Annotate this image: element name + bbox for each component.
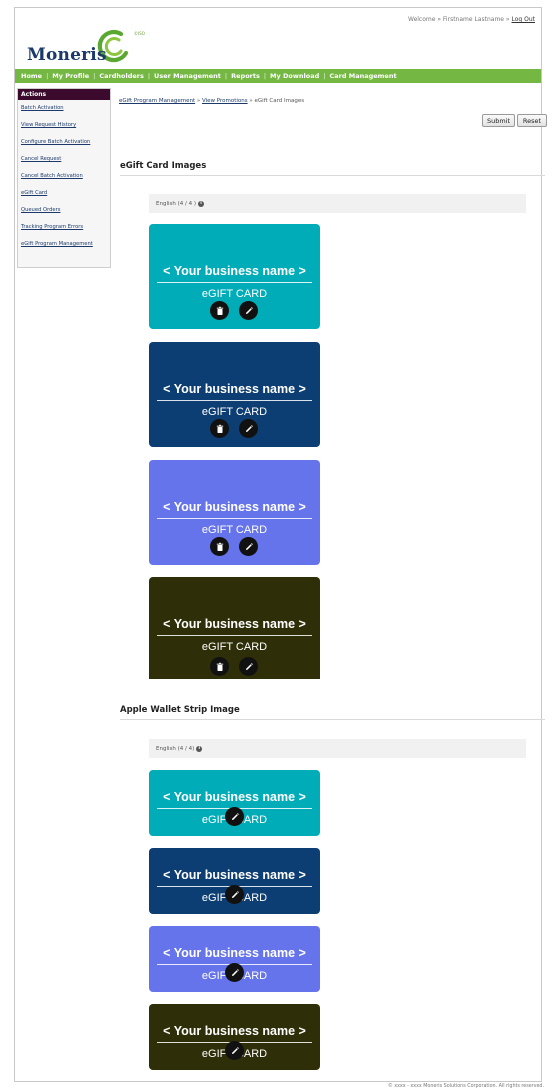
trash-icon[interactable] xyxy=(210,301,229,320)
breadcrumb-separator: » xyxy=(247,98,255,104)
pencil-icon[interactable] xyxy=(225,885,244,904)
nav-my-download[interactable]: My Download xyxy=(270,72,319,80)
breadcrumb-link-view-promotions[interactable]: View Promotions xyxy=(202,98,248,104)
sidebar-item-view-request-history[interactable]: View Request History xyxy=(18,117,110,134)
footer-copyright: © xxxx - xxxx Moneris Solutions Corporat… xyxy=(387,1084,544,1089)
breadcrumb-separator: » xyxy=(195,98,202,104)
trash-icon[interactable] xyxy=(210,657,229,676)
logout-link[interactable]: Log Out xyxy=(511,16,535,23)
pencil-icon[interactable] xyxy=(225,807,244,826)
sidebar-item-egift-program-management[interactable]: eGift Program Management xyxy=(18,236,110,253)
info-icon[interactable]: i xyxy=(196,745,203,752)
nav-home[interactable]: Home xyxy=(21,72,42,80)
page-frame: Welcome » Firstname Lastname » Log Out M… xyxy=(14,7,547,1082)
card-business-name: < Your business name > xyxy=(163,617,306,631)
pencil-icon[interactable] xyxy=(239,657,258,676)
apple-language-bar: English (4 / 4) i xyxy=(149,739,526,758)
trash-icon[interactable] xyxy=(210,537,229,556)
pencil-icon[interactable] xyxy=(239,537,258,556)
nav-separator: | xyxy=(224,72,228,80)
section-divider xyxy=(120,719,545,720)
card-business-name: < Your business name > xyxy=(163,868,306,882)
apple-language-label: English (4 / 4) xyxy=(156,745,195,752)
apple-strip-image: < Your business name > eGIFT CARD xyxy=(149,770,320,836)
section-divider xyxy=(120,175,545,176)
actions-sidebar: Actions Batch Activation View Request Hi… xyxy=(17,88,111,268)
reset-button[interactable]: Reset xyxy=(517,114,547,127)
nav-separator: | xyxy=(263,72,267,80)
nav-cardholders[interactable]: Cardholders xyxy=(99,72,143,80)
apple-strip-image: < Your business name > eGIFT CARD xyxy=(149,848,320,914)
egift-card-image: < Your business name > eGIFT CARD xyxy=(149,342,320,447)
sidebar-item-egift-card[interactable]: eGift Card xyxy=(18,185,110,202)
card-business-name: < Your business name > xyxy=(163,1024,306,1038)
sidebar-item-configure-batch-activation[interactable]: Configure Batch Activation xyxy=(18,134,110,151)
card-divider xyxy=(157,400,312,401)
card-egift-label: eGIFT CARD xyxy=(201,524,268,536)
apple-wallet-section-title: Apple Wallet Strip Image xyxy=(120,705,240,715)
egift-language-label: English (4 / 4 ) xyxy=(156,200,196,207)
card-egift-label: eGIFT CARD xyxy=(201,406,268,418)
nav-separator: | xyxy=(46,72,49,80)
egift-card-image: < Your business name > eGIFT CARD xyxy=(149,224,320,329)
logo-wordmark: Moneris xyxy=(27,45,107,65)
nav-separator: | xyxy=(147,72,151,80)
sidebar-item-cancel-batch-activation[interactable]: Cancel Batch Activation xyxy=(18,168,110,185)
egift-card-image: < Your business name > eGIFT CARD xyxy=(149,577,320,679)
pencil-icon[interactable] xyxy=(239,419,258,438)
breadcrumb-current: eGift Card Images xyxy=(254,98,305,104)
apple-strip-image: < Your business name > eGIFT CARD xyxy=(149,1004,320,1070)
welcome-bar: Welcome » Firstname Lastname » Log Out xyxy=(408,16,535,23)
card-divider xyxy=(157,635,312,636)
sidebar-item-tracking-program-errors[interactable]: Tracking Program Errors xyxy=(18,219,110,236)
card-divider xyxy=(157,282,312,283)
pencil-icon[interactable] xyxy=(225,1041,244,1060)
card-business-name: < Your business name > xyxy=(163,500,306,514)
egift-section-title: eGift Card Images xyxy=(120,161,207,171)
main-nav: Home | My Profile | Cardholders | User M… xyxy=(15,69,541,83)
sidebar-item-queued-orders[interactable]: Queued Orders xyxy=(18,202,110,219)
nav-separator: | xyxy=(323,72,326,80)
card-egift-label: eGIFT CARD xyxy=(201,641,268,653)
info-icon[interactable]: i xyxy=(198,200,204,207)
card-business-name: < Your business name > xyxy=(163,946,306,960)
submit-button[interactable]: Submit xyxy=(482,114,515,127)
nav-my-profile[interactable]: My Profile xyxy=(52,72,89,80)
pencil-icon[interactable] xyxy=(225,963,244,982)
breadcrumb-link-program-management[interactable]: eGift Program Management xyxy=(119,98,195,104)
egift-card-image: < Your business name > eGIFT CARD xyxy=(149,460,320,565)
welcome-text: Welcome » Firstname Lastname » xyxy=(407,16,510,23)
moneris-logo: Moneris ©ISO xyxy=(27,28,147,72)
sidebar-item-cancel-request[interactable]: Cancel Request xyxy=(18,151,110,168)
card-business-name: < Your business name > xyxy=(163,264,306,278)
card-business-name: < Your business name > xyxy=(163,790,306,804)
nav-separator: | xyxy=(93,72,96,80)
nav-user-management[interactable]: User Management xyxy=(154,72,221,80)
nav-reports[interactable]: Reports xyxy=(231,72,260,80)
card-divider xyxy=(157,518,312,519)
pencil-icon[interactable] xyxy=(239,301,258,320)
card-business-name: < Your business name > xyxy=(163,382,306,396)
egift-language-bar: English (4 / 4 ) i xyxy=(149,194,526,213)
trash-icon[interactable] xyxy=(210,419,229,438)
apple-strip-image: < Your business name > eGIFT CARD xyxy=(149,926,320,992)
card-egift-label: eGIFT CARD xyxy=(201,288,268,300)
breadcrumb: eGift Program Management » View Promotio… xyxy=(119,98,304,104)
sidebar-title: Actions xyxy=(18,89,110,100)
nav-card-management[interactable]: Card Management xyxy=(329,72,396,80)
logo-trademark: ©ISO xyxy=(134,31,145,36)
sidebar-item-batch-activation[interactable]: Batch Activation xyxy=(18,100,110,117)
